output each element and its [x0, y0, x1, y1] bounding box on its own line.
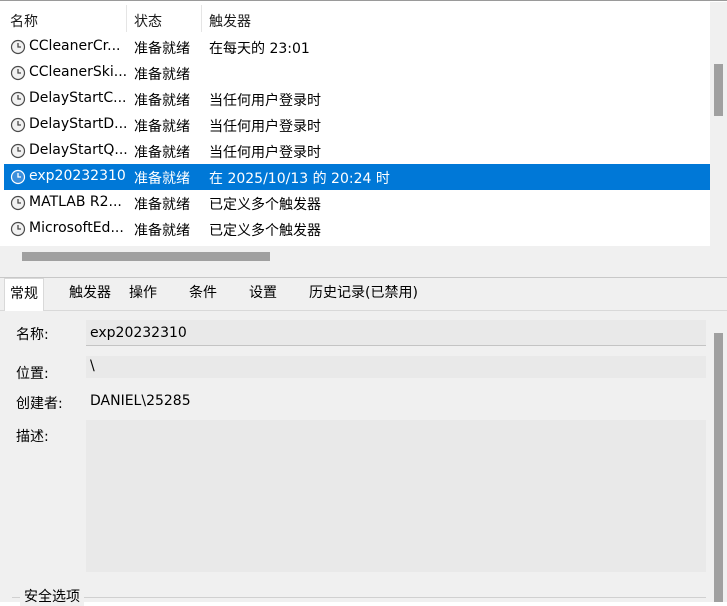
clock-icon: [10, 169, 26, 185]
task-list: 名称 状态 触发器 CCleanerCr... 准备就绪 在每天的 23:01 CCl…: [0, 0, 727, 268]
task-name: DelayStartD...: [29, 116, 128, 132]
task-trigger: 在 2025/10/13 的 20:24 时: [209, 171, 390, 187]
column-header-status[interactable]: 状态: [134, 11, 162, 31]
task-row[interactable]: DelayStartC... 准备就绪 当任何用户登录时: [4, 86, 710, 112]
properties-vertical-scrollbar[interactable]: [710, 311, 727, 602]
tab-settings[interactable]: 设置: [244, 278, 282, 309]
task-row[interactable]: DelayStartD... 准备就绪 当任何用户登录时: [4, 112, 710, 138]
task-status: 准备就绪: [134, 67, 190, 83]
task-row[interactable]: exp20232310 准备就绪 在 2025/10/13 的 20:24 时: [4, 164, 710, 190]
task-row[interactable]: CCleanerSki... 准备就绪: [4, 60, 710, 86]
column-header-row: 名称 状态 触发器: [0, 2, 727, 34]
security-options-group-border: [12, 597, 706, 598]
task-row[interactable]: DelayStartQ... 准备就绪 当任何用户登录时: [4, 138, 710, 164]
clock-icon: [10, 65, 26, 81]
tab-general[interactable]: 常规: [4, 278, 44, 311]
task-trigger: 已定义多个触发器: [209, 223, 321, 239]
task-name: MicrosoftEd...: [29, 220, 124, 236]
task-row[interactable]: CCleanerCr... 准备就绪 在每天的 23:01: [4, 34, 710, 60]
task-trigger: 当任何用户登录时: [209, 93, 321, 109]
task-name: exp20232310: [29, 168, 126, 184]
scrollbar-thumb[interactable]: [714, 333, 723, 602]
task-status: 准备就绪: [134, 145, 190, 161]
name-field[interactable]: exp20232310: [86, 320, 706, 346]
task-row[interactable]: MATLAB R2... 准备就绪 已定义多个触发器: [4, 190, 710, 216]
task-trigger: 当任何用户登录时: [209, 145, 321, 161]
task-name: DelayStartQ...: [29, 142, 128, 158]
general-properties-panel: 名称: exp20232310 位置: \ 创建者: DANIEL\25285 …: [0, 311, 727, 606]
task-list-horizontal-scrollbar[interactable]: [0, 246, 727, 268]
author-label: 创建者:: [16, 396, 63, 412]
description-label: 描述:: [16, 429, 49, 445]
task-row[interactable]: MicrosoftEd... 准备就绪 已定义多个触发器: [4, 216, 710, 242]
task-name: CCleanerCr...: [29, 38, 121, 54]
column-header-trigger[interactable]: 触发器: [209, 11, 251, 31]
task-name: DelayStartC...: [29, 90, 127, 106]
pane-splitter[interactable]: [0, 267, 727, 278]
clock-icon: [10, 39, 26, 55]
security-options-title: 安全选项: [20, 586, 84, 606]
task-trigger: 已定义多个触发器: [209, 197, 321, 213]
task-status: 准备就绪: [134, 223, 190, 239]
clock-icon: [10, 91, 26, 107]
description-field[interactable]: [86, 420, 706, 572]
clock-icon: [10, 195, 26, 211]
task-trigger: 当任何用户登录时: [209, 119, 321, 135]
tab-history[interactable]: 历史记录(已禁用): [304, 278, 423, 309]
task-status: 准备就绪: [134, 197, 190, 213]
location-label: 位置:: [16, 366, 49, 382]
task-name: MATLAB R2...: [29, 194, 122, 210]
tab-triggers[interactable]: 触发器: [64, 278, 116, 309]
clock-icon: [10, 117, 26, 133]
tab-bar: 常规 触发器 操作 条件 设置 历史记录(已禁用): [0, 278, 727, 311]
location-field[interactable]: \: [86, 356, 706, 378]
name-label: 名称:: [16, 327, 49, 343]
author-field[interactable]: DANIEL\25285: [86, 389, 706, 413]
column-divider[interactable]: [126, 5, 127, 32]
task-status: 准备就绪: [134, 171, 190, 187]
task-status: 准备就绪: [134, 119, 190, 135]
task-status: 准备就绪: [134, 93, 190, 109]
tab-conditions[interactable]: 条件: [184, 278, 222, 309]
scrollbar-thumb[interactable]: [714, 64, 723, 116]
task-name: CCleanerSki...: [29, 64, 128, 80]
task-list-vertical-scrollbar[interactable]: [710, 2, 727, 246]
tab-actions[interactable]: 操作: [124, 278, 162, 309]
column-divider[interactable]: [201, 5, 202, 32]
task-status: 准备就绪: [134, 41, 190, 57]
scrollbar-thumb[interactable]: [22, 252, 270, 261]
column-header-name[interactable]: 名称: [10, 11, 38, 31]
clock-icon: [10, 221, 26, 237]
task-trigger: 在每天的 23:01: [209, 41, 310, 57]
clock-icon: [10, 143, 26, 159]
